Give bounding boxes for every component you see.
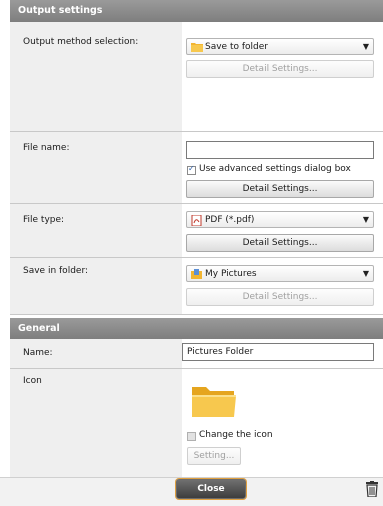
name-input[interactable]: Pictures Folder [182,343,374,361]
output-settings-title: Output settings [18,5,103,16]
save-in-folder-value: My Pictures [205,269,257,279]
advanced-settings-checkbox[interactable] [187,164,196,175]
change-icon-label: Change the icon [199,430,273,440]
close-button[interactable]: Close [176,479,246,499]
general-title: General [18,323,60,334]
file-type-detail-button[interactable]: Detail Settings... [186,234,374,252]
save-in-folder-detail-button[interactable]: Detail Settings... [186,288,374,306]
file-type-label: File type: [23,215,65,225]
file-type-select[interactable]: PDF (*.pdf) ▼ [186,211,374,228]
file-name-input[interactable] [186,141,374,159]
output-method-label: Output method selection: [23,37,139,47]
icon-label: Icon [23,376,42,386]
folder-icon [191,43,203,52]
setting-button[interactable]: Setting... [187,447,241,465]
dropdown-arrow-icon: ▼ [362,215,369,224]
dropdown-arrow-icon: ▼ [362,42,369,51]
change-icon-checkbox[interactable] [187,432,196,441]
folder-icon [192,387,236,417]
pictures-folder-icon [191,269,202,279]
dropdown-arrow-icon: ▼ [362,269,369,278]
pdf-icon [191,215,202,226]
file-name-label: File name: [23,143,70,153]
save-in-folder-label: Save in folder: [23,266,89,276]
file-name-detail-button[interactable]: Detail Settings... [186,180,374,198]
output-method-value: Save to folder [205,42,268,52]
output-method-detail-button[interactable]: Detail Settings... [186,60,374,78]
file-type-value: PDF (*.pdf) [205,215,255,225]
name-label: Name: [23,348,53,358]
output-settings-header: Output settings [10,0,383,22]
advanced-settings-label: Use advanced settings dialog box [199,164,351,174]
trash-icon[interactable] [366,481,378,497]
output-method-select[interactable]: Save to folder ▼ [186,38,374,55]
save-in-folder-select[interactable]: My Pictures ▼ [186,265,374,282]
general-header: General [10,318,383,339]
